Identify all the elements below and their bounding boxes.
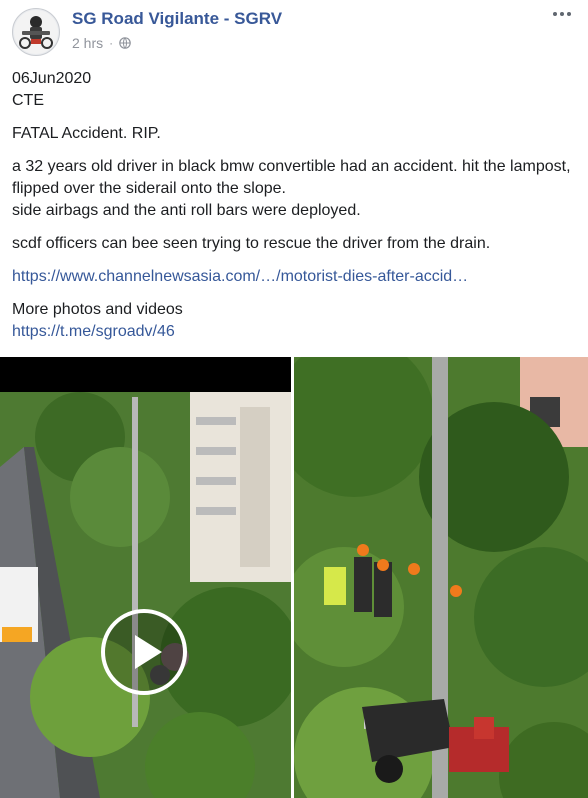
- globe-icon[interactable]: [119, 37, 131, 49]
- post-body-line: a 32 years old driver in black bmw conve…: [12, 158, 571, 197]
- post-headline: FATAL Accident. RIP.: [12, 125, 161, 142]
- post-date: 06Jun2020: [12, 70, 92, 87]
- post-body-line: side airbags and the anti roll bars were…: [12, 202, 361, 219]
- post-message: 06Jun2020 CTE FATAL Accident. RIP. a 32 …: [12, 68, 578, 343]
- more-label: More photos and videos: [12, 301, 183, 318]
- media-grid: [0, 357, 588, 798]
- separator-dot: ·: [109, 36, 114, 50]
- photo-thumbnail[interactable]: [294, 357, 588, 798]
- sgrv-logo-icon: [14, 10, 58, 54]
- play-icon[interactable]: [101, 609, 187, 695]
- page-avatar[interactable]: [12, 8, 60, 56]
- post-meta: 2 hrs ·: [72, 35, 131, 51]
- post-body-line: scdf officers can bee seen trying to res…: [12, 235, 491, 252]
- ellipsis-icon[interactable]: [548, 4, 576, 24]
- rescue-photo-image: [294, 357, 588, 798]
- video-frame-image: [0, 357, 291, 798]
- post-location: CTE: [12, 92, 44, 109]
- news-link[interactable]: https://www.channelnewsasia.com/…/motori…: [12, 266, 578, 288]
- page-name-link[interactable]: SG Road Vigilante - SGRV: [72, 9, 282, 29]
- play-triangle-icon: [135, 635, 162, 669]
- timestamp[interactable]: 2 hrs: [72, 35, 103, 51]
- post-header: SG Road Vigilante - SGRV 2 hrs ·: [0, 0, 588, 62]
- video-thumbnail[interactable]: [0, 357, 291, 798]
- telegram-link[interactable]: https://t.me/sgroadv/46: [12, 321, 578, 343]
